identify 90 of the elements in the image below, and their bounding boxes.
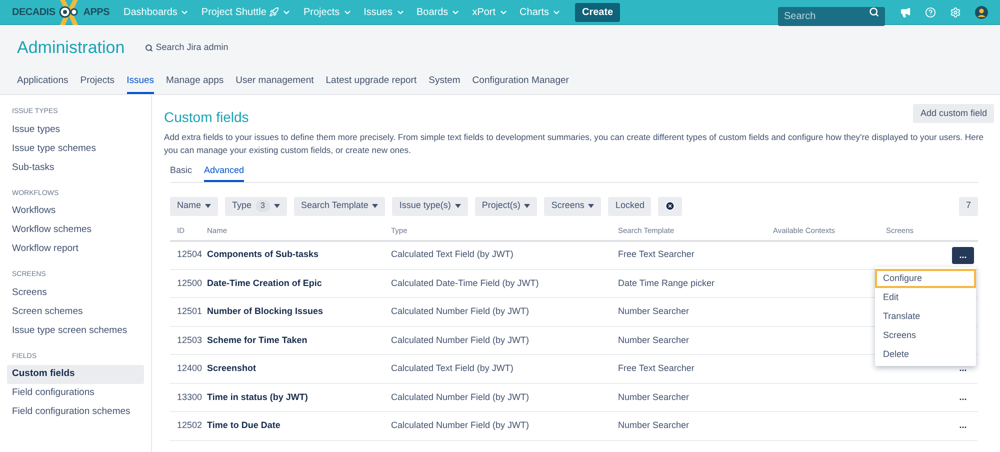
table-cell: Calculated Text Field (by JWT) <box>391 363 514 373</box>
more-actions-button[interactable]: ... <box>952 246 974 264</box>
view-tab[interactable]: Advanced <box>204 164 244 182</box>
admin-tab[interactable]: Manage apps <box>166 74 224 94</box>
table-cell: Free Text Searcher <box>618 249 694 260</box>
menu-item[interactable]: Edit <box>875 288 976 307</box>
filter-dropdown[interactable]: Project(s) <box>474 196 538 216</box>
count-badge: 3 <box>256 200 270 212</box>
section-title: Custom fields <box>164 108 249 127</box>
sidebar-item[interactable]: Issue type screen schemes <box>7 322 144 340</box>
sidebar-item[interactable]: Issue types <box>7 120 144 140</box>
field-name: Screenshot <box>207 363 256 373</box>
megaphone-icon[interactable] <box>900 6 911 18</box>
result-count: 7 <box>958 196 978 216</box>
admin-tab[interactable]: Configuration Manager <box>472 74 569 94</box>
avatar-icon[interactable] <box>975 6 988 18</box>
table-cell: 12500 <box>177 278 202 288</box>
search-field[interactable]: Search <box>778 6 885 26</box>
field-name: Date-Time Creation of Epic <box>207 278 322 288</box>
search-icon <box>869 7 879 17</box>
admin-tab[interactable]: Applications <box>17 74 68 94</box>
filter-dropdown[interactable]: Search Template <box>294 196 386 216</box>
add-custom-field-button[interactable]: Add custom field <box>913 104 994 123</box>
search-icon <box>144 44 153 52</box>
table-cell: Calculated Text Field (by JWT) <box>391 249 514 260</box>
admin-tab[interactable]: User management <box>236 74 314 94</box>
clear-icon <box>665 201 676 211</box>
table-cell: Calculated Number Field (by JWT) <box>391 420 530 430</box>
search-admin-link[interactable]: Search Jira admin <box>144 41 228 55</box>
table-cell: 12502 <box>177 420 202 430</box>
filter-dropdown[interactable]: Issue type(s) <box>392 196 468 216</box>
sidebar-item[interactable]: Field configurations <box>7 384 144 403</box>
field-name: Components of Sub-tasks <box>207 249 319 260</box>
caret-icon <box>372 204 378 208</box>
admin-tab[interactable]: System <box>428 74 460 94</box>
table-cell: 12400 <box>177 363 202 373</box>
admin-tab[interactable]: Latest upgrade report <box>326 74 417 94</box>
admin-tab[interactable]: Issues <box>126 74 154 94</box>
filter-dropdown[interactable]: Name <box>170 196 218 216</box>
table-cell: Number Searcher <box>618 392 690 402</box>
table-cell: Date Time Range picker <box>618 278 715 288</box>
table-cell: Calculated Number Field (by JWT) <box>391 306 530 316</box>
view-tab[interactable]: Basic <box>170 164 192 182</box>
filter-dropdown[interactable]: Screens <box>544 196 602 216</box>
rocket-icon <box>269 7 280 17</box>
more-actions-button[interactable]: ... <box>952 388 974 406</box>
settings-icon[interactable] <box>950 6 961 18</box>
caret-icon <box>274 204 280 208</box>
menu-item[interactable]: Translate <box>875 307 976 326</box>
locked-filter-button[interactable]: Locked <box>608 196 652 216</box>
filter-dropdown[interactable]: Type 3 <box>225 196 287 216</box>
caret-icon <box>205 204 212 208</box>
table-cell: Calculated Number Field (by JWT) <box>391 334 530 344</box>
admin-tab[interactable]: Projects <box>80 74 115 94</box>
logo-text: APPS <box>83 6 110 20</box>
clear-filters-button[interactable] <box>658 196 682 216</box>
table-cell: 12501 <box>177 306 202 316</box>
table-cell: Free Text Searcher <box>618 363 694 373</box>
table-cell: Number Searcher <box>618 334 690 344</box>
sidebar-item[interactable]: Field configuration schemes <box>7 403 144 422</box>
table-cell: 12504 <box>177 249 202 260</box>
field-name: Scheme for Time Taken <box>207 334 308 344</box>
page-title: Administration <box>17 37 125 60</box>
caret-icon <box>454 204 461 208</box>
table-cell: Calculated Date-Time Field (by JWT) <box>391 278 539 288</box>
table-cell: Calculated Number Field (by JWT) <box>391 392 530 402</box>
sidebar-item[interactable]: Screen schemes <box>7 302 144 322</box>
caret-icon <box>524 204 530 208</box>
more-actions-button[interactable]: ... <box>952 417 974 434</box>
help-icon[interactable] <box>925 6 936 18</box>
sidebar-item[interactable]: Custom fields <box>7 365 144 384</box>
sidebar-item[interactable]: Workflow report <box>7 240 144 259</box>
sidebar-item[interactable]: Issue type schemes <box>7 140 144 158</box>
sidebar-item[interactable]: Workflow schemes <box>7 221 144 240</box>
menu-item[interactable]: Screens <box>875 326 976 345</box>
caret-icon <box>588 204 594 208</box>
field-name: Time to Due Date <box>207 420 280 430</box>
table-cell: Number Searcher <box>618 420 690 430</box>
description-text: Add extra fields to your issues to define them more precisely. From simple text fields to development summaries, you can create different types of custom fields and configure how they're displayed to your users. Here you can manage your existing custom fields, or create new ones. <box>164 131 985 157</box>
table-cell: 13300 <box>177 392 202 402</box>
table-cell: Number Searcher <box>618 306 690 316</box>
table-cell: 12503 <box>177 334 202 344</box>
sidebar-item[interactable]: Sub-tasks <box>7 158 144 178</box>
field-name: Number of Blocking Issues <box>207 306 324 316</box>
create-button[interactable]: Create <box>574 2 620 22</box>
logo-text: DECADIS <box>12 6 56 20</box>
field-name: Time in status (by JWT) <box>207 392 308 402</box>
sidebar-item[interactable]: Screens <box>7 284 144 302</box>
sidebar-item[interactable]: Workflows <box>7 202 144 221</box>
menu-item[interactable]: Configure <box>875 269 976 288</box>
